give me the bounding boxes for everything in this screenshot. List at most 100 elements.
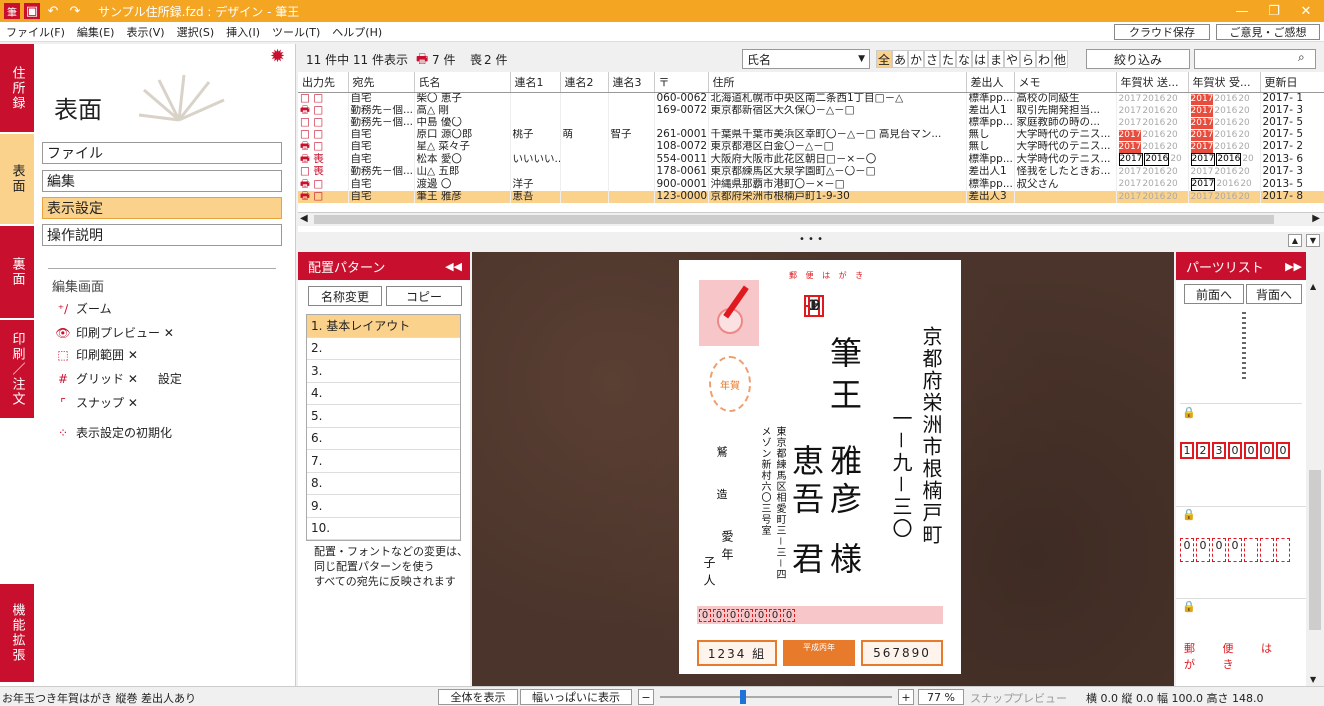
- tool-reset-display[interactable]: ⁘ 表示設定の初期化: [54, 424, 172, 441]
- nav-edit[interactable]: 編集: [42, 170, 282, 192]
- tool-grid[interactable]: # グリッド ✕ 設定: [54, 370, 182, 387]
- column-header[interactable]: 年賀状 受...: [1188, 72, 1261, 93]
- sender-address[interactable]: 東京都練馬区相愛町三－三－四 メゾン新村六〇三号室: [757, 426, 787, 592]
- sender-name-2[interactable]: 子人: [701, 556, 718, 592]
- collapse-down-icon[interactable]: ▼: [1306, 234, 1320, 247]
- rename-button[interactable]: 名称変更: [308, 286, 382, 306]
- grid-settings-link[interactable]: 設定: [158, 370, 182, 387]
- scroll-down-icon[interactable]: ▼: [1310, 675, 1316, 684]
- kana-other[interactable]: 他: [1052, 50, 1068, 68]
- kana-ra[interactable]: ら: [1020, 50, 1036, 68]
- kana-all[interactable]: 全: [876, 50, 892, 68]
- undo-icon[interactable]: ↶: [44, 2, 62, 20]
- copy-button[interactable]: コピー: [386, 286, 462, 306]
- kana-ha[interactable]: は: [972, 50, 988, 68]
- postmark[interactable]: 年賀: [709, 356, 751, 412]
- list-item[interactable]: 4.: [307, 383, 460, 405]
- table-row[interactable]: □ □ 勤務先－個... 中島 優〇 標準pp... 家庭教師の時の... 2017201…: [298, 116, 1324, 129]
- column-header[interactable]: 宛先: [348, 72, 415, 93]
- nav-file[interactable]: ファイル: [42, 142, 282, 164]
- lock-icon[interactable]: 🔒: [1182, 600, 1196, 613]
- column-header[interactable]: 氏名: [414, 72, 511, 93]
- collapse-up-icon[interactable]: ▲: [1288, 234, 1302, 247]
- tab-print-order[interactable]: 印刷／注文: [0, 320, 34, 420]
- sort-select[interactable]: 氏名 ▼: [742, 49, 870, 69]
- recipient-address[interactable]: 京都府栄洲市根楠戸町: [917, 326, 946, 546]
- recipient-joint-honorific[interactable]: 君: [783, 542, 829, 574]
- collapse-left-icon[interactable]: ◀◀: [445, 260, 462, 273]
- collapse-right-icon[interactable]: ▶▶: [1285, 260, 1302, 273]
- kana-a[interactable]: あ: [892, 50, 908, 68]
- table-row[interactable]: 🖶 喪自宅 松本 愛〇 いいいい... 554-0011 大阪府大阪市此花区朝日□－×－…: [298, 152, 1324, 166]
- close-button[interactable]: ✕: [1290, 0, 1322, 22]
- fit-all-button[interactable]: 全体を表示: [438, 689, 518, 705]
- column-header[interactable]: 連名1: [510, 72, 561, 93]
- recipient-joint-name[interactable]: 恵吾: [783, 444, 829, 520]
- zoom-value[interactable]: 77 %: [918, 689, 964, 705]
- cloud-save-button[interactable]: クラウド保存: [1114, 24, 1210, 40]
- list-item[interactable]: 2.: [307, 338, 460, 360]
- nav-instructions[interactable]: 操作説明: [42, 224, 282, 246]
- restore-button[interactable]: ❐: [1258, 0, 1290, 22]
- zoom-in-button[interactable]: +: [898, 689, 914, 705]
- table-row[interactable]: □ □ 自宅 原口 源〇郎 桃子萌智子 261-0001 千葉県千葉市美浜区幸町〇－△－□…: [298, 128, 1324, 141]
- column-header[interactable]: 連名3: [608, 72, 655, 93]
- tab-back[interactable]: 裏面: [0, 226, 34, 320]
- splitter[interactable]: • • • ▲ ▼: [298, 232, 1324, 250]
- menu-view[interactable]: 表示(V): [120, 24, 170, 40]
- gear-icon[interactable]: ✹: [270, 46, 285, 67]
- table-row[interactable]: □ □ 自宅 柴〇 恵子 060-0062 北海道札幌市中央区南二条西1丁目□－△ 標準p…: [298, 92, 1324, 105]
- send-back-button[interactable]: 背面へ: [1246, 284, 1302, 304]
- menu-help[interactable]: ヘルプ(H): [326, 24, 388, 40]
- minimize-button[interactable]: —: [1226, 0, 1258, 22]
- lock-icon[interactable]: 🔒: [1182, 508, 1196, 521]
- sender-name-1[interactable]: 愛年: [719, 530, 736, 566]
- scroll-thumb[interactable]: [1309, 470, 1321, 630]
- preview-toggle[interactable]: プレビュー: [1012, 690, 1067, 706]
- scroll-left-icon[interactable]: ◀: [300, 213, 308, 224]
- zip-code[interactable]: 1 2 3 0 0 0 0: [804, 295, 824, 317]
- tab-front[interactable]: 表面: [0, 134, 34, 226]
- parts-scrollbar[interactable]: ▲ ▼: [1306, 280, 1324, 686]
- column-header[interactable]: 連名2: [560, 72, 609, 93]
- scroll-right-icon[interactable]: ▶: [1312, 213, 1320, 224]
- nav-display-settings[interactable]: 表示設定: [42, 197, 282, 219]
- stamp-image[interactable]: [699, 280, 759, 346]
- kana-wa[interactable]: わ: [1036, 50, 1052, 68]
- postcard[interactable]: 郵 便 は が き 1 2 3 0 0 0 0 年賀 京都府栄洲市根楠戸町 一－…: [679, 260, 961, 674]
- part-thumb-zip[interactable]: 1 2 3 0 0 0 0: [1180, 442, 1290, 459]
- kana-ya[interactable]: や: [1004, 50, 1020, 68]
- table-row[interactable]: 🖶 □ 勤務先－個... 高△ 剛 169-0072 東京都新宿区大久保〇－△－□ 差出人…: [298, 104, 1324, 117]
- kana-ta[interactable]: た: [940, 50, 956, 68]
- list-item[interactable]: 3.: [307, 360, 460, 383]
- zoom-slider-thumb[interactable]: [740, 690, 746, 704]
- save-icon[interactable]: ▣: [24, 3, 40, 19]
- scroll-thumb[interactable]: [314, 215, 1274, 224]
- menu-file[interactable]: ファイル(F): [0, 24, 71, 40]
- column-header[interactable]: 〒: [654, 72, 709, 93]
- fit-width-button[interactable]: 幅いっぱいに表示: [520, 689, 632, 705]
- table-row[interactable]: □ 喪勤務先－個... 山△ 五郎 178-0061 東京都練馬区大泉学園町△－〇－□…: [298, 165, 1324, 178]
- column-header[interactable]: 更新日: [1260, 72, 1324, 93]
- menu-edit[interactable]: 編集(E): [71, 24, 121, 40]
- tool-print-preview[interactable]: 👁 印刷プレビュー ✕: [54, 324, 174, 341]
- list-item[interactable]: 8.: [307, 473, 460, 495]
- list-item[interactable]: 6.: [307, 428, 460, 450]
- menu-insert[interactable]: 挿入(I): [220, 24, 266, 40]
- snap-toggle[interactable]: スナップ: [970, 690, 1014, 706]
- zoom-out-button[interactable]: −: [638, 689, 654, 705]
- recipient-family-name[interactable]: 筆王: [821, 336, 867, 420]
- column-header[interactable]: 年賀状 送...: [1116, 72, 1189, 93]
- part-thumb-address[interactable]: [1180, 310, 1302, 404]
- menu-select[interactable]: 選択(S): [171, 24, 221, 40]
- lock-icon[interactable]: 🔒: [1182, 406, 1196, 419]
- part-thumb-sender-zip[interactable]: 0 0 0 0: [1180, 538, 1290, 562]
- tab-extensions[interactable]: 機能拡張: [0, 584, 34, 684]
- kana-sa[interactable]: さ: [924, 50, 940, 68]
- column-header[interactable]: メモ: [1014, 72, 1117, 93]
- tool-zoom[interactable]: ⁺∕ ズーム: [54, 300, 112, 317]
- scroll-up-icon[interactable]: ▲: [1310, 282, 1316, 291]
- column-header[interactable]: 差出人: [966, 72, 1015, 93]
- kana-na[interactable]: な: [956, 50, 972, 68]
- table-row[interactable]: 🖶 □ 自宅 星△ 菜々子 108-0072 東京都港区白金〇－△－□ 無し 大学時代のテニ…: [298, 140, 1324, 153]
